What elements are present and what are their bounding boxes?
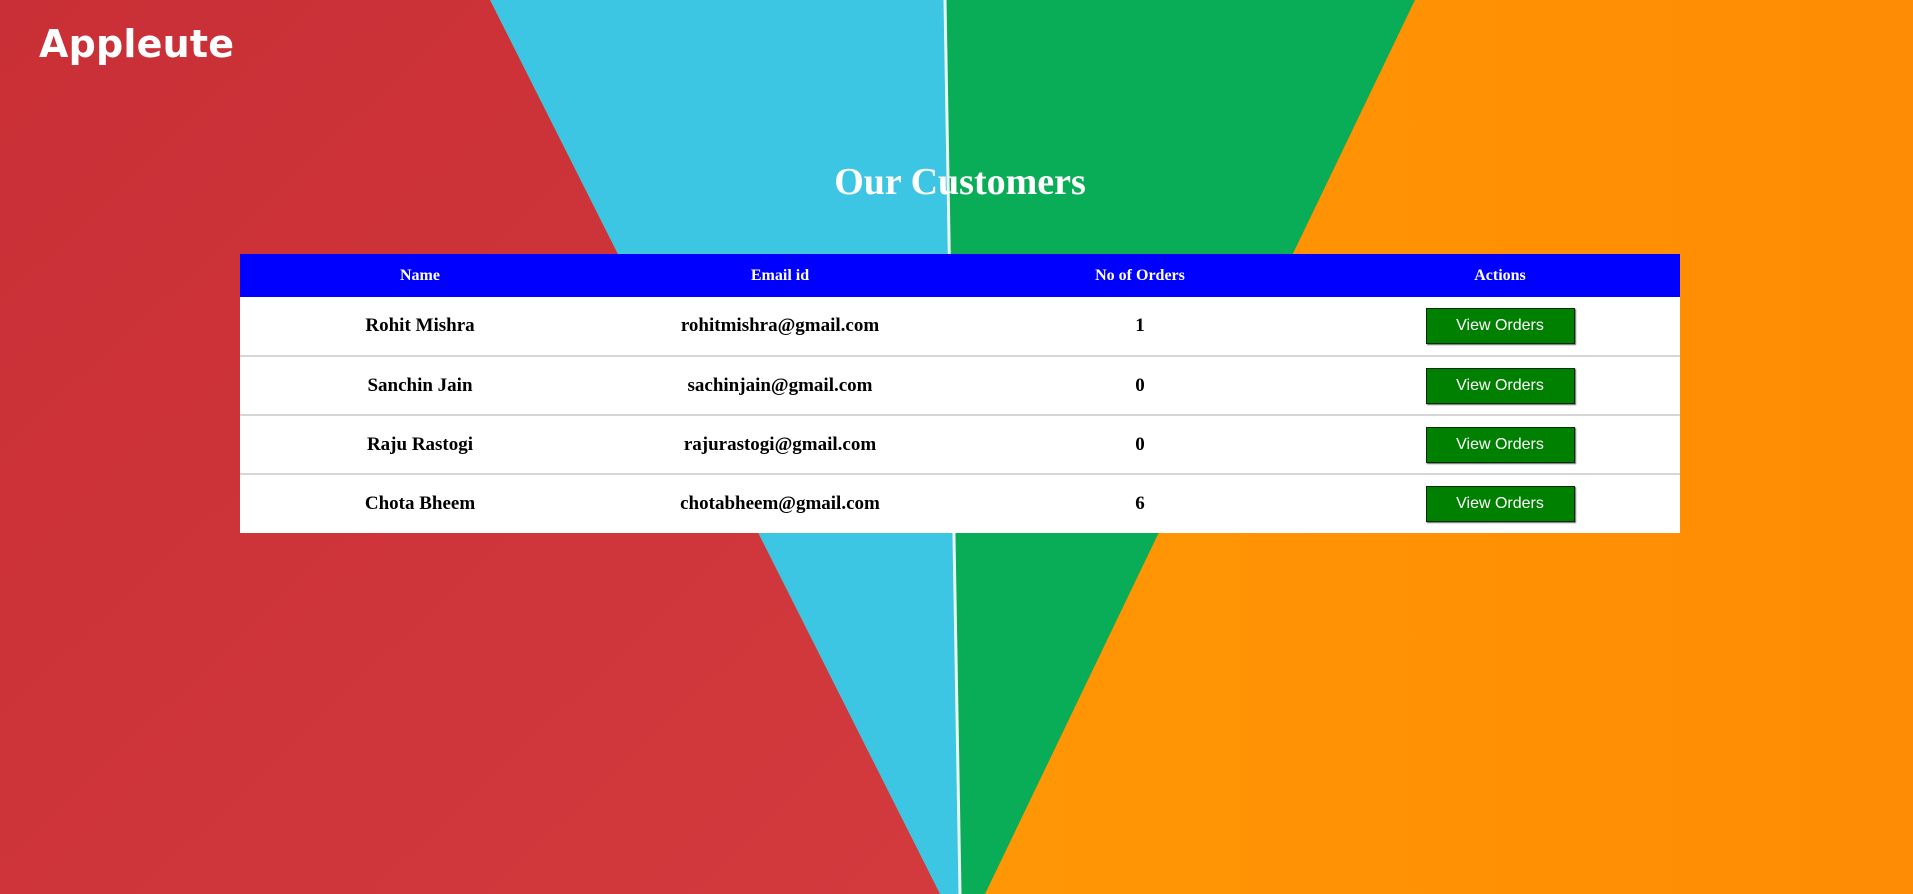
column-header-orders: No of Orders	[1095, 266, 1185, 284]
view-orders-button[interactable]: View Orders	[1425, 367, 1575, 404]
actions-cell: View Orders	[1320, 356, 1680, 416]
customer-email: chotabheem@gmail.com	[680, 493, 880, 514]
column-header-email: Email id	[750, 266, 810, 284]
table-row: Rohit Mishra rohitmishra@gmail.com 1 Vie…	[240, 297, 1680, 357]
actions-cell: View Orders	[1320, 474, 1680, 533]
customer-name: Raju Rastogi	[240, 415, 600, 475]
column-header-name: Name	[400, 266, 440, 284]
customer-email: rohitmishra@gmail.com	[600, 297, 960, 357]
customer-email: rajurastogi@gmail.com	[600, 415, 960, 475]
view-orders-button[interactable]: View Orders	[1425, 486, 1575, 522]
table-row: Sanchin Jain sachinjain@gmail.com 0 View…	[240, 356, 1680, 416]
actions-cell: View Orders	[1320, 297, 1680, 357]
table-header: Name Email id No of Orders Actions	[240, 254, 1680, 297]
page-title: Our Customers	[834, 161, 1086, 203]
header-row: Name Email id No of Orders Actions	[240, 254, 1680, 297]
table-row: Raju Rastogi rajurastogi@gmail.com 0 Vie…	[240, 415, 1680, 475]
customer-name: Sanchin Jain	[240, 356, 600, 416]
view-orders-button[interactable]: View Orders	[1425, 426, 1575, 463]
column-header-actions: Actions	[1474, 266, 1526, 284]
table-body: Rohit Mishra rohitmishra@gmail.com 1 Vie…	[240, 297, 1680, 533]
view-orders-button[interactable]: View Orders	[1425, 308, 1575, 344]
customers-table: Name Email id No of Orders Actions Rohit…	[240, 254, 1680, 533]
customer-name: Chota Bheem	[364, 493, 476, 514]
customer-order-count: 0	[960, 415, 1320, 475]
customers-table-container: Name Email id No of Orders Actions Rohit…	[240, 254, 1680, 533]
actions-cell: View Orders	[1320, 415, 1680, 475]
customer-email: sachinjain@gmail.com	[600, 356, 960, 416]
customer-name: Rohit Mishra	[240, 297, 600, 357]
customer-order-count: 0	[960, 356, 1320, 416]
customer-order-count: 1	[960, 297, 1320, 357]
customer-order-count: 6	[1135, 493, 1145, 514]
table-row: Chota Bheem chotabheem@gmail.com 6 View …	[240, 474, 1680, 533]
brand-logo[interactable]: Appleute	[39, 22, 234, 66]
